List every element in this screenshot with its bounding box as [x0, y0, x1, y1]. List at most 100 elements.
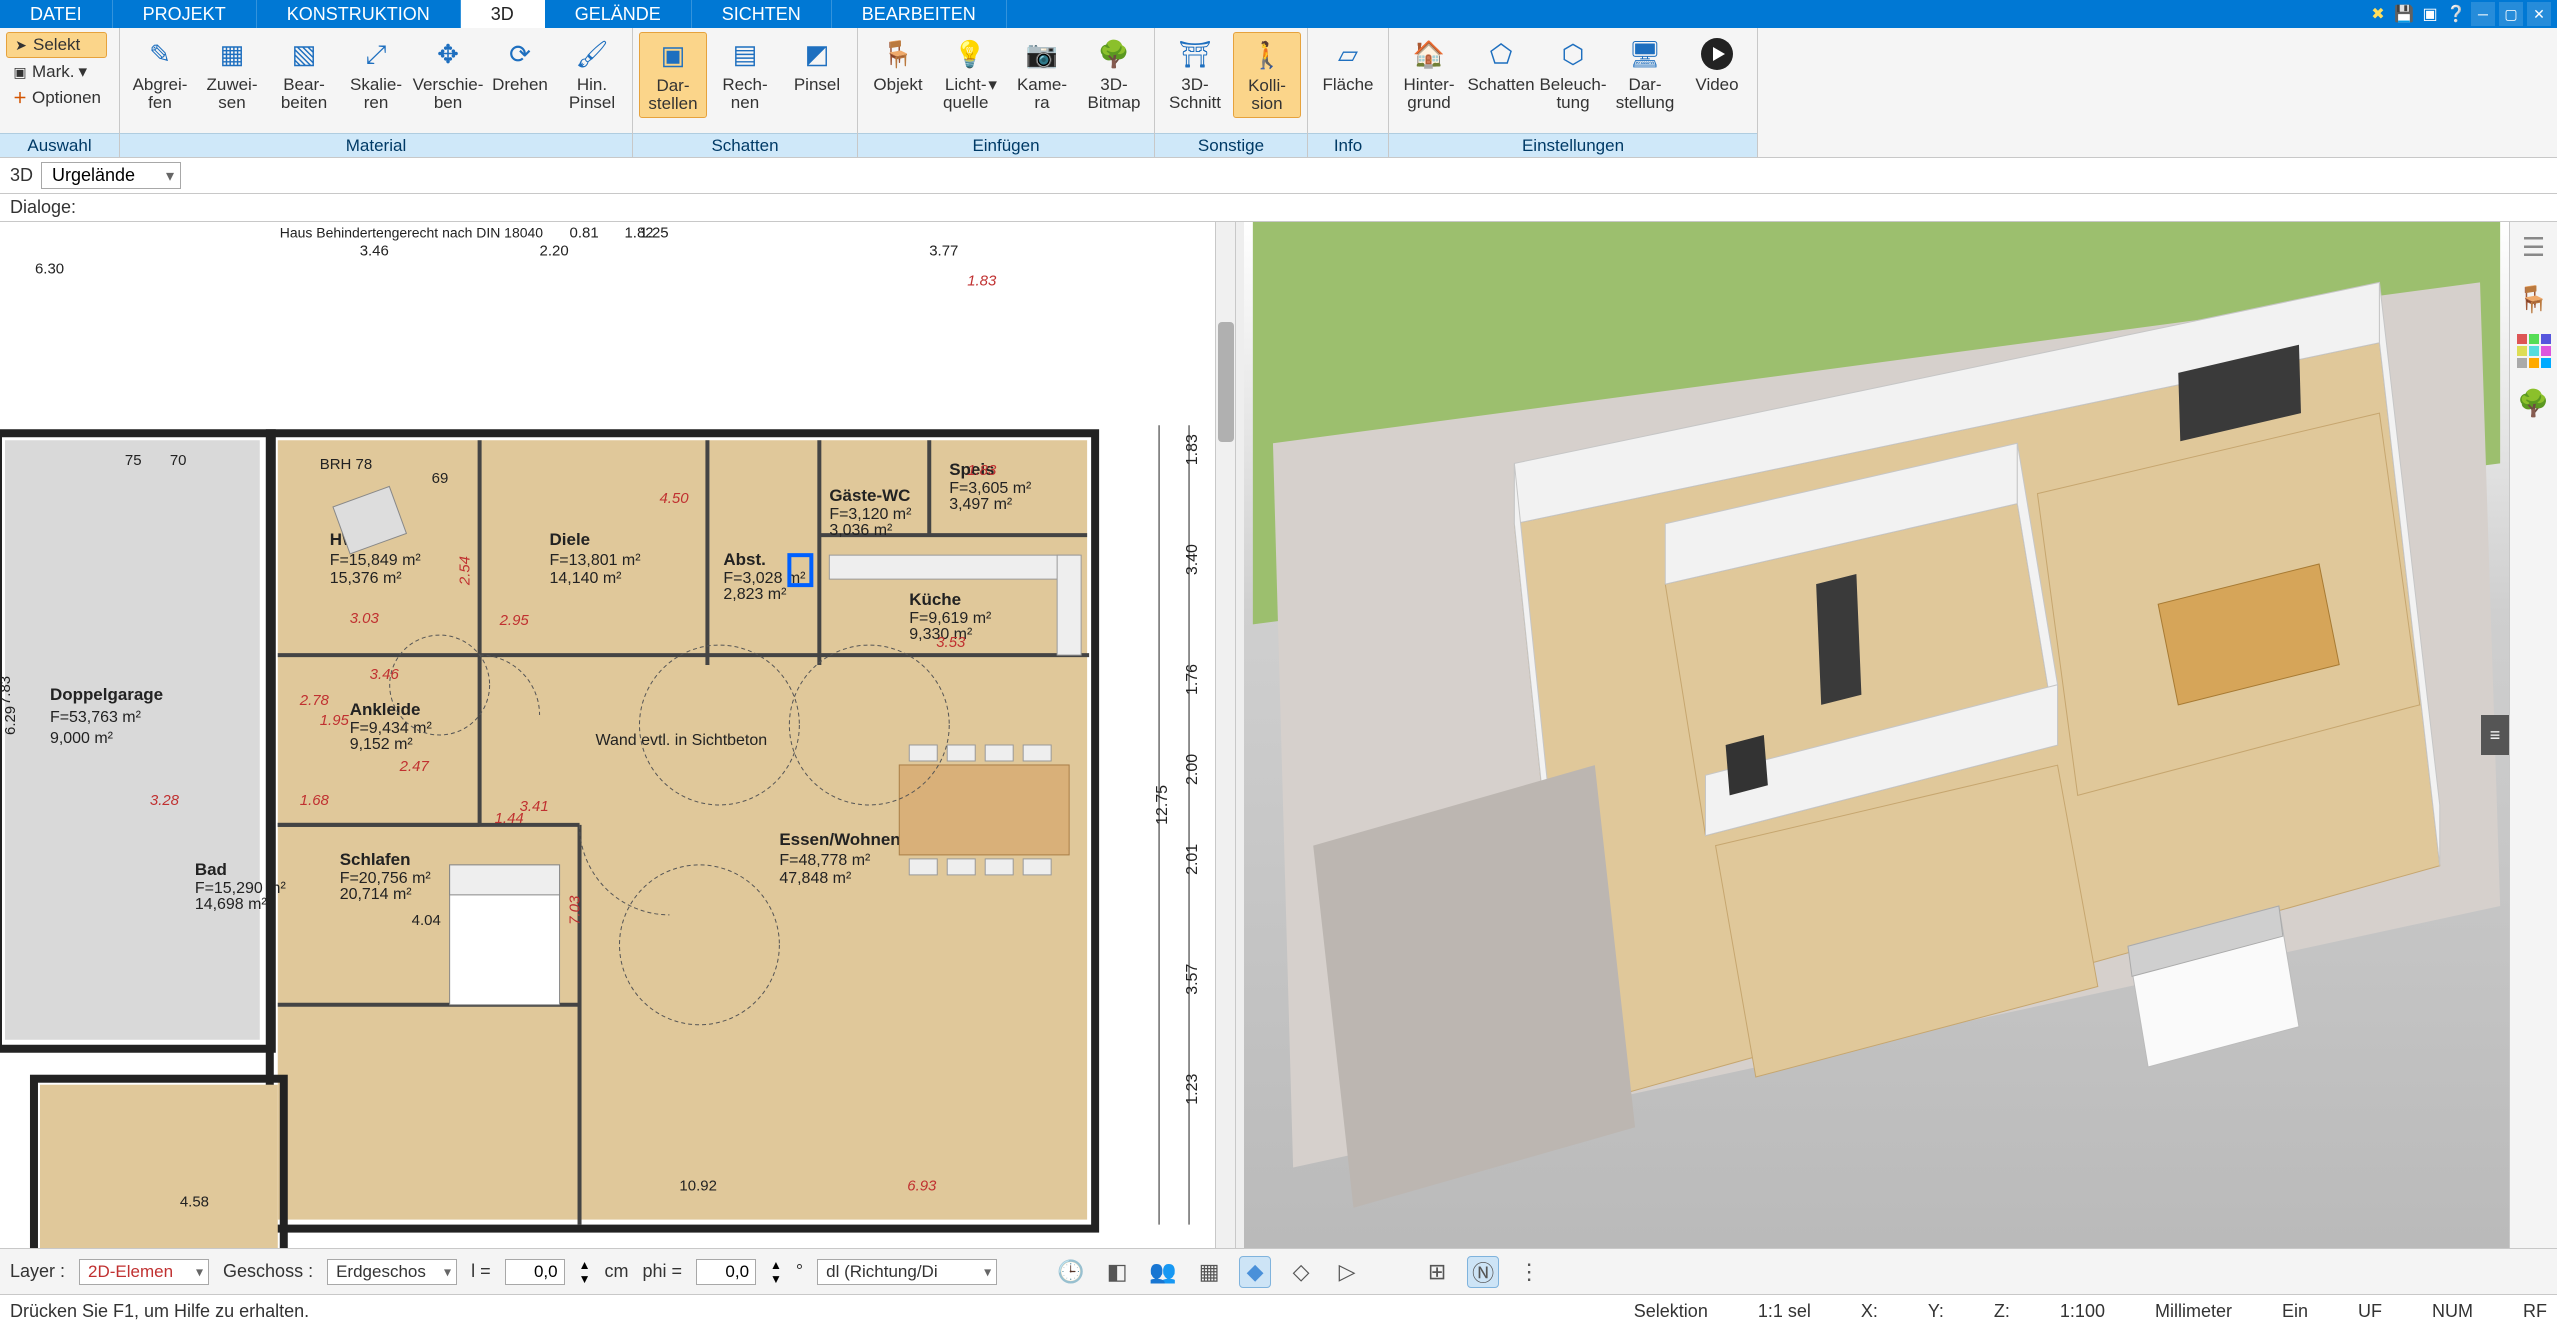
- skalieren-button[interactable]: ⤢Skalie- ren: [342, 32, 410, 116]
- phi-input[interactable]: [696, 1259, 756, 1285]
- drehen-button[interactable]: ⟳Drehen: [486, 32, 554, 114]
- vertical-scrollbar[interactable]: [1215, 222, 1235, 1248]
- beleuchtung-button[interactable]: ⬡Beleuch- tung: [1539, 32, 1607, 116]
- selekt-button[interactable]: ➤Selekt: [6, 32, 107, 58]
- pane-3d[interactable]: ≡: [1244, 222, 2509, 1248]
- 3d-canvas[interactable]: [1244, 222, 2509, 1248]
- 3d-schnitt-button[interactable]: ⛩3D- Schnitt: [1161, 32, 1229, 116]
- mark-button[interactable]: ▣Mark. ▾: [6, 60, 107, 84]
- bearbeiten-button[interactable]: ▧Bear- beiten: [270, 32, 338, 116]
- status-bar: Drücken Sie F1, um Hilfe zu erhalten. Se…: [0, 1294, 2557, 1328]
- svg-text:2.78: 2.78: [299, 692, 330, 709]
- svg-text:1.23: 1.23: [1184, 1074, 1201, 1105]
- help-icon[interactable]: ❔: [2445, 3, 2467, 25]
- tree-icon: 🌳: [1096, 36, 1132, 72]
- main-area: Doppelgarage F=53,763 m² 9,000 m² 6.29: [0, 222, 2557, 1248]
- layers-icon[interactable]: ☰: [2517, 230, 2551, 264]
- svg-text:1.83: 1.83: [967, 462, 997, 479]
- svg-text:Gäste-WC: Gäste-WC: [829, 486, 910, 505]
- 3d-bitmap-button[interactable]: 🌳3D- Bitmap: [1080, 32, 1148, 116]
- svg-text:3.03: 3.03: [350, 610, 380, 627]
- context-bar: 3D Urgelände: [0, 158, 2557, 194]
- tool1-icon[interactable]: ◧: [1101, 1256, 1133, 1288]
- geschoss-selector[interactable]: Erdgeschos: [327, 1259, 457, 1285]
- grid-snap-icon[interactable]: ⊞: [1421, 1256, 1453, 1288]
- triangle-icon[interactable]: ▷: [1331, 1256, 1363, 1288]
- dialoge-bar: Dialoge:: [0, 194, 2557, 222]
- tool3-icon[interactable]: ▦: [1193, 1256, 1225, 1288]
- hinpinsel-button[interactable]: 🖌Hin. Pinsel: [558, 32, 626, 116]
- menu-tab-gelaende[interactable]: GELÄNDE: [545, 0, 692, 28]
- abgreifen-button[interactable]: ✎Abgrei- fen: [126, 32, 194, 116]
- zuweisen-button[interactable]: ▦Zuwei- sen: [198, 32, 266, 116]
- svg-text:BRH 78: BRH 78: [320, 456, 372, 473]
- status-num: NUM: [2432, 1301, 2473, 1322]
- menu-tab-sichten[interactable]: SICHTEN: [692, 0, 832, 28]
- clock-icon[interactable]: 🕒: [1055, 1256, 1087, 1288]
- optionen-button[interactable]: ＋Optionen: [6, 86, 107, 110]
- kamera-button[interactable]: 📷Kame- ra: [1008, 32, 1076, 116]
- svg-text:3.46: 3.46: [370, 666, 400, 683]
- right-toolstrip: ☰ 🪑 🌳: [2509, 222, 2557, 1248]
- more-icon[interactable]: ⋮: [1513, 1256, 1545, 1288]
- minimize-button[interactable]: ─: [2471, 2, 2495, 26]
- tool2-icon[interactable]: 👥: [1147, 1256, 1179, 1288]
- svg-text:1.44: 1.44: [495, 810, 524, 827]
- save-icon[interactable]: 💾: [2393, 3, 2415, 25]
- video-button[interactable]: Video: [1683, 32, 1751, 114]
- verschieben-button[interactable]: ✥Verschie- ben: [414, 32, 482, 116]
- side-panel-toggle[interactable]: ≡: [2481, 715, 2509, 755]
- lichtquelle-button[interactable]: 💡Licht- quelle ▾: [936, 32, 1004, 116]
- camera-icon: 📷: [1024, 36, 1060, 72]
- hintergrund-button[interactable]: 🏠Hinter- grund: [1395, 32, 1463, 116]
- svg-text:F=3,605 m²: F=3,605 m²: [949, 480, 1032, 497]
- bottom-bar: Layer : 2D-Elemen Geschoss : Erdgeschos …: [0, 1248, 2557, 1294]
- menu-tab-konstruktion[interactable]: KONSTRUKTION: [257, 0, 461, 28]
- chair-selector-icon[interactable]: 🪑: [2517, 282, 2551, 316]
- layer-selector[interactable]: 2D-Elemen: [79, 1259, 209, 1285]
- kollision-button[interactable]: 🚶Kolli- sion: [1233, 32, 1301, 118]
- phi-label: phi =: [642, 1261, 682, 1282]
- diamond-icon[interactable]: ◆: [1239, 1256, 1271, 1288]
- layer-stack-icon[interactable]: ◇: [1285, 1256, 1317, 1288]
- person-icon: 🚶: [1249, 37, 1285, 73]
- material-swatches-icon[interactable]: [2517, 334, 2551, 368]
- direction-selector[interactable]: dl (Richtung/Di: [817, 1259, 997, 1285]
- svg-text:1.76: 1.76: [1184, 664, 1201, 695]
- svg-text:20,714 m²: 20,714 m²: [340, 886, 413, 903]
- flaeche-button[interactable]: ▱Fläche: [1314, 32, 1382, 114]
- tool-icon[interactable]: ✖: [2367, 3, 2389, 25]
- objekt-button[interactable]: 🪑Objekt: [864, 32, 932, 114]
- maximize-button[interactable]: ▢: [2499, 2, 2523, 26]
- pinsel-button[interactable]: ◩Pinsel: [783, 32, 851, 114]
- svg-text:F=13,801 m²: F=13,801 m²: [550, 552, 642, 569]
- schatten-button[interactable]: ⬠Schatten: [1467, 32, 1535, 114]
- svg-text:70: 70: [170, 452, 187, 469]
- darstellen-button[interactable]: ▣Dar- stellen: [639, 32, 707, 118]
- group-title: Info: [1308, 133, 1388, 157]
- tree-library-icon[interactable]: 🌳: [2517, 386, 2551, 420]
- menu-tab-3d[interactable]: 3D: [461, 0, 545, 28]
- snap-n-icon[interactable]: Ⓝ: [1467, 1256, 1499, 1288]
- window-icon[interactable]: ▣: [2419, 3, 2441, 25]
- svg-text:15,376 m²: 15,376 m²: [330, 570, 403, 587]
- status-x: X:: [1861, 1301, 1878, 1322]
- status-scale: 1:100: [2060, 1301, 2105, 1322]
- rechnen-button[interactable]: ▤Rech- nen: [711, 32, 779, 116]
- brush-icon: 🖌: [574, 36, 610, 72]
- floorplan-canvas[interactable]: Doppelgarage F=53,763 m² 9,000 m² 6.29: [0, 222, 1235, 1248]
- svg-text:10.92: 10.92: [679, 1178, 716, 1195]
- svg-text:3.41: 3.41: [520, 798, 549, 815]
- svg-text:3,497 m²: 3,497 m²: [949, 496, 1013, 513]
- length-input[interactable]: [505, 1259, 565, 1285]
- layer-combo[interactable]: Urgelände: [41, 162, 181, 189]
- svg-text:F=9,434 m²: F=9,434 m²: [350, 720, 433, 737]
- mark-icon: ▣: [12, 64, 28, 80]
- splitter[interactable]: [1236, 222, 1244, 1248]
- menu-tab-bearbeiten[interactable]: BEARBEITEN: [832, 0, 1007, 28]
- close-button[interactable]: ✕: [2527, 2, 2551, 26]
- pane-2d[interactable]: Doppelgarage F=53,763 m² 9,000 m² 6.29: [0, 222, 1236, 1248]
- menu-tab-datei[interactable]: DATEI: [0, 0, 113, 28]
- darstellung-button[interactable]: 🖥Dar- stellung: [1611, 32, 1679, 116]
- menu-tab-projekt[interactable]: PROJEKT: [113, 0, 257, 28]
